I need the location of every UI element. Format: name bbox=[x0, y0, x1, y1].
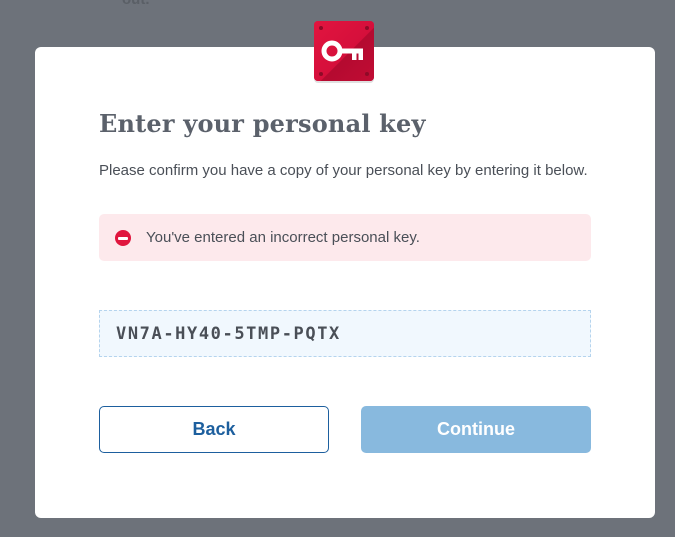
personal-key-modal: Enter your personal key Please confirm y… bbox=[35, 21, 655, 518]
minus-circle-icon bbox=[115, 230, 131, 246]
error-alert: You've entered an incorrect personal key… bbox=[99, 214, 591, 261]
page-title: Enter your personal key bbox=[99, 109, 426, 138]
personal-key-input[interactable] bbox=[99, 310, 591, 357]
background-partial-text: out. bbox=[122, 0, 150, 8]
instruction-text: Please confirm you have a copy of your p… bbox=[99, 162, 588, 179]
continue-button[interactable]: Continue bbox=[361, 406, 591, 453]
back-button[interactable]: Back bbox=[99, 406, 329, 453]
error-message: You've entered an incorrect personal key… bbox=[146, 229, 420, 246]
key-icon bbox=[314, 21, 374, 81]
